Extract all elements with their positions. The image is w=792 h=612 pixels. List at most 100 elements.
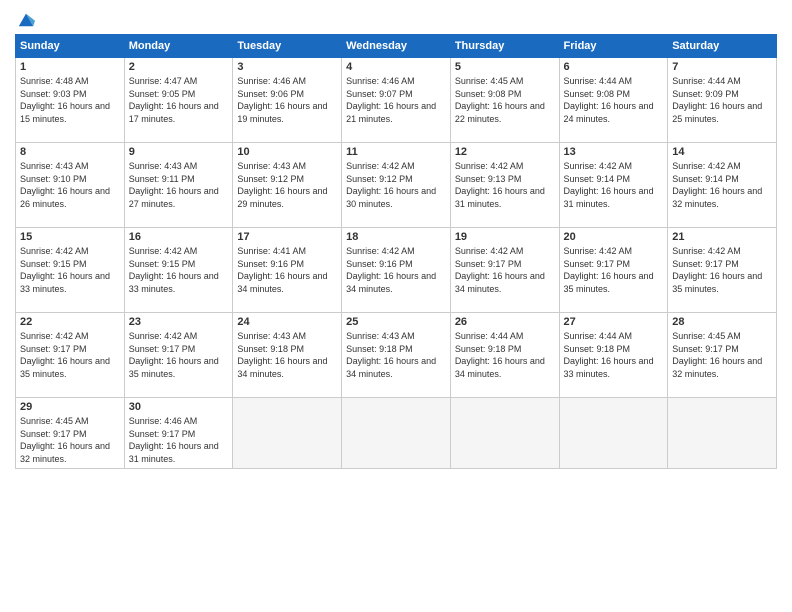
day-number: 20 <box>564 231 664 243</box>
calendar-cell: 3 Sunrise: 4:46 AM Sunset: 9:06 PM Dayli… <box>233 58 342 143</box>
day-info: Sunrise: 4:43 AM Sunset: 9:18 PM Dayligh… <box>237 330 337 380</box>
day-info: Sunrise: 4:44 AM Sunset: 9:18 PM Dayligh… <box>455 330 555 380</box>
day-number: 29 <box>20 401 120 413</box>
calendar-cell: 11 Sunrise: 4:42 AM Sunset: 9:12 PM Dayl… <box>342 143 451 228</box>
calendar-cell: 30 Sunrise: 4:46 AM Sunset: 9:17 PM Dayl… <box>124 398 233 469</box>
day-info: Sunrise: 4:43 AM Sunset: 9:18 PM Dayligh… <box>346 330 446 380</box>
day-number: 5 <box>455 61 555 73</box>
day-number: 27 <box>564 316 664 328</box>
day-info: Sunrise: 4:42 AM Sunset: 9:17 PM Dayligh… <box>672 245 772 295</box>
day-info: Sunrise: 4:41 AM Sunset: 9:16 PM Dayligh… <box>237 245 337 295</box>
day-info: Sunrise: 4:42 AM Sunset: 9:14 PM Dayligh… <box>564 160 664 210</box>
day-info: Sunrise: 4:46 AM Sunset: 9:06 PM Dayligh… <box>237 75 337 125</box>
calendar-cell <box>668 398 777 469</box>
day-number: 10 <box>237 146 337 158</box>
col-sunday: Sunday <box>16 35 125 58</box>
day-info: Sunrise: 4:42 AM Sunset: 9:12 PM Dayligh… <box>346 160 446 210</box>
day-number: 30 <box>129 401 229 413</box>
day-info: Sunrise: 4:42 AM Sunset: 9:17 PM Dayligh… <box>455 245 555 295</box>
calendar-cell: 27 Sunrise: 4:44 AM Sunset: 9:18 PM Dayl… <box>559 313 668 398</box>
calendar-cell: 10 Sunrise: 4:43 AM Sunset: 9:12 PM Dayl… <box>233 143 342 228</box>
calendar-cell: 2 Sunrise: 4:47 AM Sunset: 9:05 PM Dayli… <box>124 58 233 143</box>
day-info: Sunrise: 4:44 AM Sunset: 9:18 PM Dayligh… <box>564 330 664 380</box>
calendar-cell <box>342 398 451 469</box>
day-info: Sunrise: 4:42 AM Sunset: 9:17 PM Dayligh… <box>20 330 120 380</box>
col-tuesday: Tuesday <box>233 35 342 58</box>
calendar-cell: 14 Sunrise: 4:42 AM Sunset: 9:14 PM Dayl… <box>668 143 777 228</box>
day-number: 16 <box>129 231 229 243</box>
calendar-cell: 5 Sunrise: 4:45 AM Sunset: 9:08 PM Dayli… <box>450 58 559 143</box>
day-number: 24 <box>237 316 337 328</box>
calendar-cell: 4 Sunrise: 4:46 AM Sunset: 9:07 PM Dayli… <box>342 58 451 143</box>
day-info: Sunrise: 4:48 AM Sunset: 9:03 PM Dayligh… <box>20 75 120 125</box>
day-info: Sunrise: 4:44 AM Sunset: 9:09 PM Dayligh… <box>672 75 772 125</box>
day-number: 23 <box>129 316 229 328</box>
col-friday: Friday <box>559 35 668 58</box>
day-number: 4 <box>346 61 446 73</box>
calendar-cell <box>450 398 559 469</box>
day-info: Sunrise: 4:43 AM Sunset: 9:12 PM Dayligh… <box>237 160 337 210</box>
day-number: 19 <box>455 231 555 243</box>
day-info: Sunrise: 4:42 AM Sunset: 9:17 PM Dayligh… <box>129 330 229 380</box>
day-info: Sunrise: 4:44 AM Sunset: 9:08 PM Dayligh… <box>564 75 664 125</box>
calendar-cell: 7 Sunrise: 4:44 AM Sunset: 9:09 PM Dayli… <box>668 58 777 143</box>
day-number: 26 <box>455 316 555 328</box>
day-number: 28 <box>672 316 772 328</box>
calendar-cell: 21 Sunrise: 4:42 AM Sunset: 9:17 PM Dayl… <box>668 228 777 313</box>
calendar-cell: 1 Sunrise: 4:48 AM Sunset: 9:03 PM Dayli… <box>16 58 125 143</box>
day-number: 9 <box>129 146 229 158</box>
calendar-header-row: Sunday Monday Tuesday Wednesday Thursday… <box>16 35 777 58</box>
day-number: 18 <box>346 231 446 243</box>
day-info: Sunrise: 4:45 AM Sunset: 9:17 PM Dayligh… <box>672 330 772 380</box>
calendar-cell <box>233 398 342 469</box>
header <box>15 10 777 28</box>
day-number: 21 <box>672 231 772 243</box>
day-info: Sunrise: 4:42 AM Sunset: 9:13 PM Dayligh… <box>455 160 555 210</box>
day-info: Sunrise: 4:42 AM Sunset: 9:15 PM Dayligh… <box>20 245 120 295</box>
day-number: 25 <box>346 316 446 328</box>
calendar-cell <box>559 398 668 469</box>
calendar-cell: 16 Sunrise: 4:42 AM Sunset: 9:15 PM Dayl… <box>124 228 233 313</box>
day-number: 11 <box>346 146 446 158</box>
calendar-table: Sunday Monday Tuesday Wednesday Thursday… <box>15 34 777 469</box>
day-info: Sunrise: 4:42 AM Sunset: 9:17 PM Dayligh… <box>564 245 664 295</box>
calendar-cell: 22 Sunrise: 4:42 AM Sunset: 9:17 PM Dayl… <box>16 313 125 398</box>
calendar-cell: 25 Sunrise: 4:43 AM Sunset: 9:18 PM Dayl… <box>342 313 451 398</box>
calendar-cell: 15 Sunrise: 4:42 AM Sunset: 9:15 PM Dayl… <box>16 228 125 313</box>
day-info: Sunrise: 4:45 AM Sunset: 9:17 PM Dayligh… <box>20 415 120 465</box>
day-number: 8 <box>20 146 120 158</box>
day-info: Sunrise: 4:42 AM Sunset: 9:15 PM Dayligh… <box>129 245 229 295</box>
day-number: 2 <box>129 61 229 73</box>
col-thursday: Thursday <box>450 35 559 58</box>
calendar-cell: 6 Sunrise: 4:44 AM Sunset: 9:08 PM Dayli… <box>559 58 668 143</box>
day-number: 12 <box>455 146 555 158</box>
day-number: 15 <box>20 231 120 243</box>
col-monday: Monday <box>124 35 233 58</box>
calendar-cell: 23 Sunrise: 4:42 AM Sunset: 9:17 PM Dayl… <box>124 313 233 398</box>
day-number: 6 <box>564 61 664 73</box>
calendar-cell: 29 Sunrise: 4:45 AM Sunset: 9:17 PM Dayl… <box>16 398 125 469</box>
day-info: Sunrise: 4:47 AM Sunset: 9:05 PM Dayligh… <box>129 75 229 125</box>
day-number: 3 <box>237 61 337 73</box>
calendar-cell: 8 Sunrise: 4:43 AM Sunset: 9:10 PM Dayli… <box>16 143 125 228</box>
logo <box>15 10 35 28</box>
calendar-cell: 18 Sunrise: 4:42 AM Sunset: 9:16 PM Dayl… <box>342 228 451 313</box>
calendar-cell: 20 Sunrise: 4:42 AM Sunset: 9:17 PM Dayl… <box>559 228 668 313</box>
day-number: 14 <box>672 146 772 158</box>
day-number: 1 <box>20 61 120 73</box>
day-info: Sunrise: 4:43 AM Sunset: 9:10 PM Dayligh… <box>20 160 120 210</box>
day-number: 17 <box>237 231 337 243</box>
calendar-cell: 28 Sunrise: 4:45 AM Sunset: 9:17 PM Dayl… <box>668 313 777 398</box>
col-saturday: Saturday <box>668 35 777 58</box>
col-wednesday: Wednesday <box>342 35 451 58</box>
calendar-cell: 12 Sunrise: 4:42 AM Sunset: 9:13 PM Dayl… <box>450 143 559 228</box>
day-number: 22 <box>20 316 120 328</box>
calendar-cell: 26 Sunrise: 4:44 AM Sunset: 9:18 PM Dayl… <box>450 313 559 398</box>
day-number: 13 <box>564 146 664 158</box>
day-number: 7 <box>672 61 772 73</box>
day-info: Sunrise: 4:46 AM Sunset: 9:07 PM Dayligh… <box>346 75 446 125</box>
calendar-cell: 17 Sunrise: 4:41 AM Sunset: 9:16 PM Dayl… <box>233 228 342 313</box>
day-info: Sunrise: 4:42 AM Sunset: 9:16 PM Dayligh… <box>346 245 446 295</box>
calendar-cell: 19 Sunrise: 4:42 AM Sunset: 9:17 PM Dayl… <box>450 228 559 313</box>
logo-icon <box>17 10 35 28</box>
